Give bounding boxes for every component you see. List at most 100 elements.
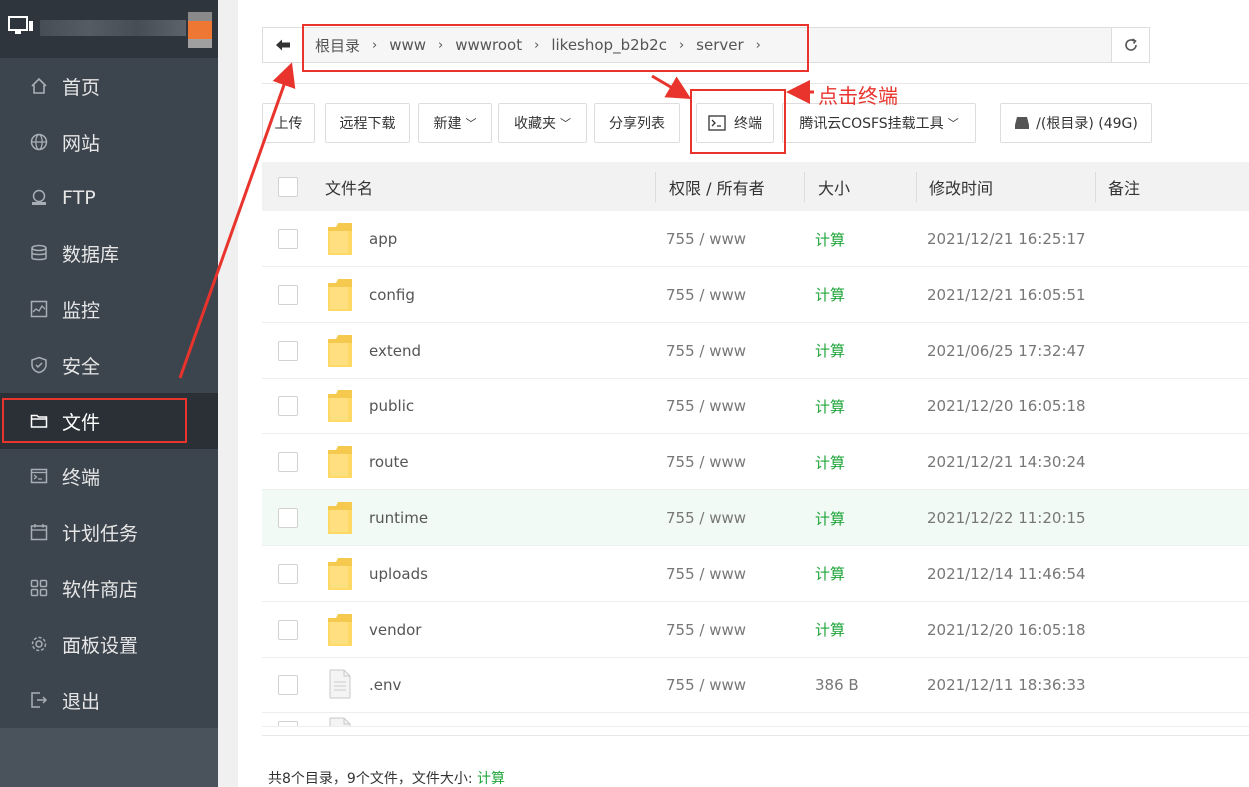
row-checkbox[interactable] xyxy=(278,619,298,640)
file-permission[interactable]: 755 / www xyxy=(666,267,746,323)
upload-label: 上传 xyxy=(274,116,303,132)
sidebar-item-settings[interactable]: 面板设置 xyxy=(0,616,218,672)
remote-download-label: 远程下载 xyxy=(339,116,396,132)
remote-download-button[interactable]: 远程下载 xyxy=(325,103,410,143)
sidebar-item-security[interactable]: 安全 xyxy=(0,337,218,393)
cosfs-mount-dropdown-button[interactable]: 腾讯云COSFS挂载工具 ﹀ xyxy=(782,103,976,143)
file-name[interactable]: .env xyxy=(369,657,401,713)
annotation-label: 点击终端 xyxy=(818,84,898,108)
table-row[interactable]: public 755 / www 计算 2021/12/20 16:05:18 xyxy=(262,378,1249,435)
table-row[interactable]: config 755 / www 计算 2021/12/21 16:05:51 xyxy=(262,267,1249,323)
sidebar: 首页 网站 FTP 数据库 监控 安全 文件 终端 计划任务 软件商店 面板设置… xyxy=(0,0,218,787)
sidebar-item-monitor[interactable]: 监控 xyxy=(0,281,218,337)
table-row[interactable]: vendor 755 / www 计算 2021/12/20 16:05:18 xyxy=(262,602,1249,658)
file-modified-time: 2021/12/21 16:25:17 xyxy=(927,230,1086,248)
sidebar-item-cron[interactable]: 计划任务 xyxy=(0,504,218,560)
file-modified-time: 2021/12/21 14:30:24 xyxy=(927,453,1086,472)
file-name[interactable]: config xyxy=(369,267,415,323)
header-permission[interactable]: 权限 / 所有者 xyxy=(669,162,765,211)
sidebar-item-label: 数据库 xyxy=(62,243,120,266)
sidebar-item-website[interactable]: 网站 xyxy=(0,114,218,170)
sidebar-item-logout[interactable]: 退出 xyxy=(0,672,218,728)
sidebar-item-label: 安全 xyxy=(62,355,101,378)
row-checkbox[interactable] xyxy=(278,452,298,473)
footer-summary: 共8个目录，9个文件，文件大小: 计算 xyxy=(268,768,505,787)
file-name[interactable]: route xyxy=(369,434,409,490)
row-checkbox[interactable] xyxy=(278,396,298,417)
file-permission[interactable]: 755 / www xyxy=(666,434,746,490)
sidebar-item-label: 监控 xyxy=(62,299,101,322)
row-checkbox[interactable] xyxy=(278,229,298,249)
globe-icon xyxy=(30,133,48,151)
file-name[interactable]: app xyxy=(369,211,397,267)
file-name[interactable]: uploads xyxy=(369,546,428,602)
shield-icon xyxy=(31,356,47,374)
file-size[interactable]: 计算 xyxy=(815,602,845,658)
favorites-dropdown-button[interactable]: 收藏夹 ﹀ xyxy=(498,103,587,143)
folder-icon xyxy=(328,390,352,423)
sidebar-item-label: 计划任务 xyxy=(62,522,139,545)
table-row[interactable]: route 755 / www 计算 2021/12/21 14:30:24 xyxy=(262,434,1249,491)
file-size: 386 B xyxy=(815,676,859,695)
sidebar-item-terminal[interactable]: 终端 xyxy=(0,448,218,504)
row-checkbox[interactable] xyxy=(278,284,298,305)
disk-button[interactable]: /(根目录) (49G) xyxy=(1000,103,1152,143)
sidebar-item-database[interactable]: 数据库 xyxy=(0,225,218,281)
sidebar-item-label: 软件商店 xyxy=(62,578,139,601)
row-checkbox[interactable] xyxy=(278,508,298,528)
row-checkbox[interactable] xyxy=(278,675,298,696)
file-size[interactable]: 计算 xyxy=(815,490,845,546)
sidebar-item-home[interactable]: 首页 xyxy=(0,58,218,114)
back-button[interactable] xyxy=(263,28,303,62)
select-all-checkbox[interactable] xyxy=(278,177,298,197)
file-icon xyxy=(329,717,351,727)
file-permission[interactable]: 755 / www xyxy=(666,211,746,267)
file-permission[interactable]: 755 / www xyxy=(666,657,746,713)
table-row[interactable]: app 755 / www 计算 2021/12/21 16:25:17 xyxy=(262,211,1249,267)
file-size[interactable]: 计算 xyxy=(815,546,845,602)
upload-button[interactable]: 上传 xyxy=(262,103,315,143)
cosfs-label: 腾讯云COSFS挂载工具 xyxy=(799,116,944,132)
calc-total-link[interactable]: 计算 xyxy=(477,771,505,787)
chevron-down-icon: ﹀ xyxy=(465,117,477,130)
folder-icon xyxy=(328,446,352,479)
folder-icon xyxy=(328,502,352,534)
favorites-label: 收藏夹 xyxy=(514,116,556,132)
file-permission[interactable]: 755 / www xyxy=(666,490,746,546)
file-permission[interactable]: 755 / www xyxy=(666,323,746,379)
sidebar-item-ftp[interactable]: FTP xyxy=(0,170,218,226)
table-row[interactable]: uploads 755 / www 计算 2021/12/14 11:46:54 xyxy=(262,546,1249,602)
home-icon xyxy=(31,77,47,94)
file-size[interactable]: 计算 xyxy=(815,434,845,490)
file-size[interactable]: 计算 xyxy=(815,378,845,434)
folder-icon xyxy=(328,278,352,311)
file-name[interactable]: public xyxy=(369,378,414,434)
row-checkbox[interactable] xyxy=(278,721,298,727)
arrow-left-icon xyxy=(275,39,290,51)
row-checkbox[interactable] xyxy=(278,340,298,361)
blurred-server-name xyxy=(40,20,186,36)
file-permission[interactable]: 755 / www xyxy=(666,546,746,602)
new-dropdown-button[interactable]: 新建 ﹀ xyxy=(418,103,492,143)
file-name[interactable]: runtime xyxy=(369,490,428,546)
file-permission[interactable]: 755 / www xyxy=(666,602,746,658)
refresh-button[interactable] xyxy=(1111,28,1149,62)
sidebar-item-app-store[interactable]: 软件商店 xyxy=(0,560,218,616)
share-list-button[interactable]: 分享列表 xyxy=(594,103,680,143)
header-size[interactable]: 大小 xyxy=(818,162,850,211)
file-permission[interactable]: 755 / www xyxy=(666,378,746,434)
folder-icon xyxy=(328,334,352,367)
file-name[interactable]: extend xyxy=(369,323,421,379)
header-modified[interactable]: 修改时间 xyxy=(929,162,993,211)
table-row[interactable]: extend 755 / www 计算 2021/06/25 17:32:47 xyxy=(262,323,1249,379)
header-name[interactable]: 文件名 xyxy=(325,162,373,211)
column-divider xyxy=(655,172,656,202)
table-row[interactable]: runtime 755 / www 计算 2021/12/22 11:20:15 xyxy=(262,490,1249,546)
file-size[interactable]: 计算 xyxy=(815,211,845,267)
file-name[interactable]: vendor xyxy=(369,602,421,658)
layout-gutter xyxy=(218,0,238,787)
table-row[interactable]: .env 755 / www 386 B 2021/12/11 18:36:33 xyxy=(262,657,1249,714)
row-checkbox[interactable] xyxy=(278,563,298,584)
file-size[interactable]: 计算 xyxy=(815,267,845,323)
file-size[interactable]: 计算 xyxy=(815,323,845,379)
